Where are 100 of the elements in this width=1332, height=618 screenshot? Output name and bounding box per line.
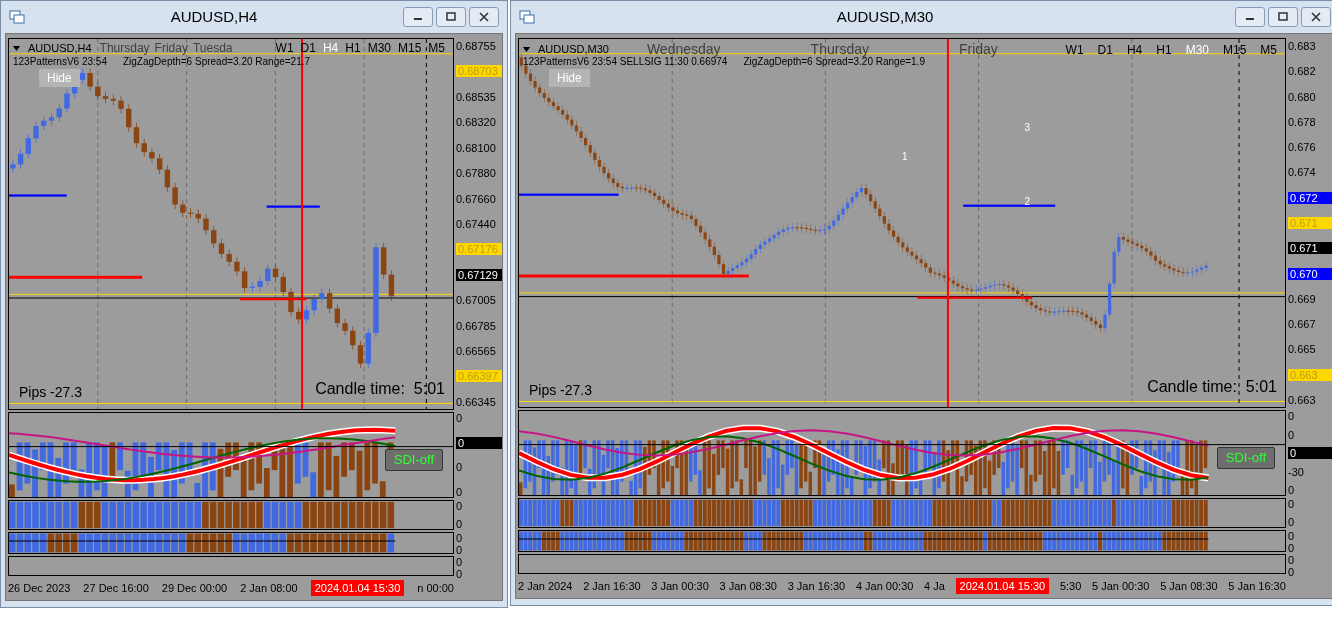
axis-label: 0.680 <box>1288 90 1317 103</box>
axis-label: 0.67005 <box>456 294 497 307</box>
axis-label: 0 <box>1288 530 1296 542</box>
axis-label: 0.678 <box>1288 115 1317 128</box>
axis-label: 0.67440 <box>456 217 497 230</box>
price-tag: 0.67176 <box>456 243 502 256</box>
price-tag: 0.671 <box>1288 216 1332 229</box>
axis-label: 0 <box>456 485 464 498</box>
dropdown-triangle-icon[interactable] <box>13 45 20 51</box>
minimize-button[interactable] <box>403 7 433 27</box>
time-axis-label: 5:30 <box>1059 578 1082 594</box>
time-axis-label: 26 Dec 2023 <box>8 580 71 596</box>
axis-label: 0.68755 <box>456 40 497 52</box>
candle-time-label: Candle time: 5:01 <box>315 379 445 399</box>
axis-label: 0 <box>456 556 464 568</box>
sdi-off-button[interactable]: SDI-off <box>1216 447 1275 469</box>
price-tag: 0.672 <box>1288 191 1332 204</box>
window-title: AUDUSD,H4 <box>169 6 259 27</box>
axis-label: 0.67880 <box>456 167 497 180</box>
axis-label: 0.669 <box>1288 292 1317 305</box>
price-tag: 0.663 <box>1288 368 1332 381</box>
price-level-line <box>266 205 320 208</box>
time-axis-label: 27 Dec 16:00 <box>83 580 149 596</box>
price-tag: 0.67129 <box>456 268 502 281</box>
timeframe-button[interactable]: H4 <box>1126 40 1143 59</box>
day-label: Tuesda <box>192 40 233 57</box>
close-icon <box>478 12 490 22</box>
axis-label: 0 <box>456 544 464 556</box>
cursor-time-label: 2024.01.04 15:30 <box>310 579 405 597</box>
axis-label: 0.663 <box>1288 393 1317 406</box>
time-axis-label: 3 Jan 00:30 <box>651 578 709 594</box>
time-axis-label: 29 Dec 00:00 <box>161 580 228 596</box>
close-icon <box>1310 12 1322 22</box>
axis-label: 0.67660 <box>456 192 497 205</box>
symbol-label: AUDUSD,M30 <box>538 42 609 57</box>
axis-label: 0 <box>456 532 464 544</box>
minimize-button[interactable] <box>1235 7 1265 27</box>
axis-label: 0 <box>1288 542 1296 554</box>
price-tag: 0 <box>1288 447 1332 459</box>
axis-label: 0.68320 <box>456 116 497 129</box>
price-level-line <box>239 298 307 301</box>
timeframe-button[interactable]: M30 <box>367 39 391 57</box>
indicator-info: ZigZagDepth=6 Spread=3.20 Range=1.9 <box>743 56 925 69</box>
indicator-info: 123PatternsV6 23:54 <box>13 55 107 69</box>
axis-label: 0 <box>456 461 464 474</box>
pattern-point-label: 2 <box>1024 194 1031 209</box>
chart-window-icon <box>519 10 535 24</box>
axis-label: 0 <box>1288 516 1296 528</box>
timeframe-button[interactable]: D1 <box>1097 40 1113 59</box>
axis-label: -30 <box>1288 465 1305 478</box>
axis-label: 0.676 <box>1288 141 1317 154</box>
axis-label: 0.66785 <box>456 319 497 332</box>
restore-button[interactable] <box>1268 7 1298 27</box>
axis-label: 0 <box>456 412 464 424</box>
time-axis-label: 3 Jan 16:30 <box>787 578 846 594</box>
axis-label: 0 <box>1288 554 1296 566</box>
axis-label: 0.66565 <box>456 345 497 358</box>
day-label: Thursday <box>810 40 869 58</box>
timeframe-button[interactable]: M15 <box>1223 40 1247 59</box>
timeframe-button[interactable]: W1 <box>275 39 294 57</box>
axis-label: 0 <box>456 568 464 580</box>
day-label: Wednesday <box>646 40 721 58</box>
axis-label: 0.667 <box>1288 318 1317 331</box>
axis-label: 0 <box>1288 428 1296 441</box>
timeframe-button[interactable]: M15 <box>398 39 422 57</box>
chart-window-icon <box>9 10 25 24</box>
axis-label: 0.68535 <box>456 90 497 103</box>
day-label: Thursday <box>99 40 150 57</box>
axis-label: 0 <box>1288 566 1296 578</box>
time-axis-label: 3 Jan 08:30 <box>719 578 777 594</box>
axis-label: 0 <box>1288 410 1296 422</box>
timeframe-button[interactable]: H1 <box>345 39 361 57</box>
restore-icon <box>445 12 457 22</box>
price-level-line <box>9 194 67 197</box>
time-axis-label: 2 Jan 08:00 <box>240 580 298 596</box>
timeframe-button[interactable]: M5 <box>1260 40 1277 59</box>
time-axis-label: 4 Jan 00:30 <box>855 578 914 594</box>
time-axis-label: n 00:00 <box>417 580 454 596</box>
timeframe-button[interactable]: M5 <box>428 39 445 57</box>
close-button[interactable] <box>469 7 499 27</box>
axis-label: 0.682 <box>1288 65 1317 78</box>
candle-time-label: Candle time: 5:01 <box>1147 377 1277 397</box>
price-tag: 0.671 <box>1288 242 1332 255</box>
price-tag: 0.670 <box>1288 267 1332 280</box>
dropdown-triangle-icon[interactable] <box>523 47 530 52</box>
price-tag: 0 <box>456 436 502 449</box>
restore-button[interactable] <box>436 7 466 27</box>
time-axis-label: 5 Jan 08:30 <box>1160 578 1218 594</box>
timeframe-button[interactable]: W1 <box>1065 40 1084 59</box>
pips-label: Pips -27.3 <box>19 383 83 402</box>
axis-label: 0.68100 <box>456 141 497 154</box>
sdi-off-button[interactable]: SDI-off <box>384 449 443 471</box>
timeframe-button[interactable]: H1 <box>1156 40 1172 59</box>
price-tag: 0.66397 <box>456 370 502 383</box>
time-axis-label: 2 Jan 2024 <box>518 578 573 594</box>
window-title: AUDUSD,M30 <box>835 6 935 27</box>
symbol-label: AUDUSD,H4 <box>28 40 92 56</box>
indicator-info: 123PatternsV6 23:54 SELLSIG 11:30 0.66974 <box>523 56 728 69</box>
pips-label: Pips -27.3 <box>529 381 593 400</box>
close-button[interactable] <box>1301 7 1331 27</box>
